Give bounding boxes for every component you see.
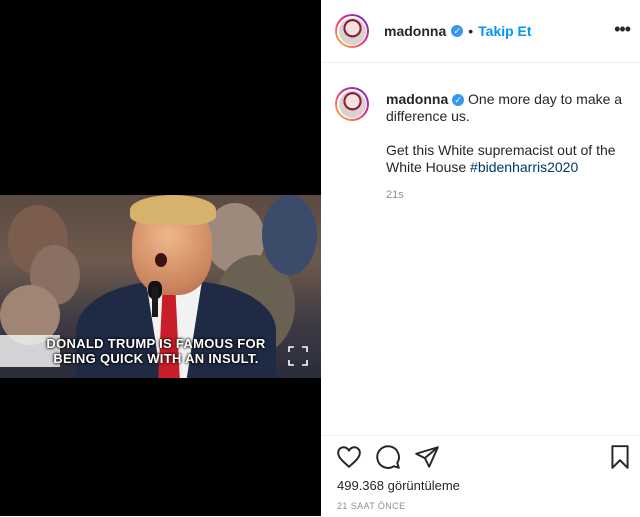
video-player[interactable]: DONALD TRUMP IS FAMOUS FOR BEING QUICK W… [0, 195, 321, 378]
view-count[interactable]: 499.368 görüntüleme [337, 478, 460, 493]
speaker-mouth [155, 253, 167, 267]
comment-time[interactable]: 21s [386, 189, 404, 201]
video-caption-line1: DONALD TRUMP IS FAMOUS FOR [46, 336, 266, 351]
header-username[interactable]: madonna [384, 23, 446, 39]
caption-paragraph2: Get this White supremacist out of the Wh… [386, 142, 626, 176]
more-options-icon[interactable]: ••• [614, 20, 631, 38]
post-panel: madonna ✓ • Takip Et ••• madonna ✓ One m… [321, 0, 640, 516]
paper-plane-icon[interactable] [414, 444, 440, 470]
avatar[interactable] [335, 14, 369, 48]
verified-badge-icon: ✓ [452, 94, 465, 107]
crowd-figure [262, 195, 317, 275]
hashtag-link[interactable]: #bidenharris2020 [470, 159, 578, 175]
verified-badge-icon: ✓ [451, 25, 464, 37]
follow-button[interactable]: Takip Et [478, 23, 531, 39]
avatar-photo [338, 90, 366, 118]
caption-username[interactable]: madonna [386, 91, 448, 107]
comment-icon[interactable] [375, 444, 401, 470]
post-media[interactable]: DONALD TRUMP IS FAMOUS FOR BEING QUICK W… [0, 0, 321, 516]
header-user-row: madonna ✓ • Takip Et [384, 23, 532, 39]
speaker-hair [130, 195, 216, 225]
avatar-photo [338, 17, 366, 45]
post-timestamp[interactable]: 21 SAAT ÖNCE [337, 501, 406, 511]
bookmark-icon[interactable] [607, 444, 633, 470]
comments-section: madonna ✓ One more day to make a differe… [321, 63, 640, 435]
separator: • [468, 23, 474, 39]
microphone-stand [152, 287, 158, 317]
video-caption-line2: BEING QUICK WITH AN INSULT. [53, 351, 259, 366]
post-actions: 499.368 görüntüleme 21 SAAT ÖNCE [321, 435, 640, 517]
heart-icon[interactable] [336, 444, 362, 470]
expand-icon[interactable] [288, 346, 308, 366]
video-caption: DONALD TRUMP IS FAMOUS FOR BEING QUICK W… [40, 336, 272, 366]
post-caption: madonna ✓ One more day to make a differe… [386, 91, 626, 176]
post-header: madonna ✓ • Takip Et ••• [321, 0, 640, 63]
caption-avatar[interactable] [335, 87, 369, 121]
